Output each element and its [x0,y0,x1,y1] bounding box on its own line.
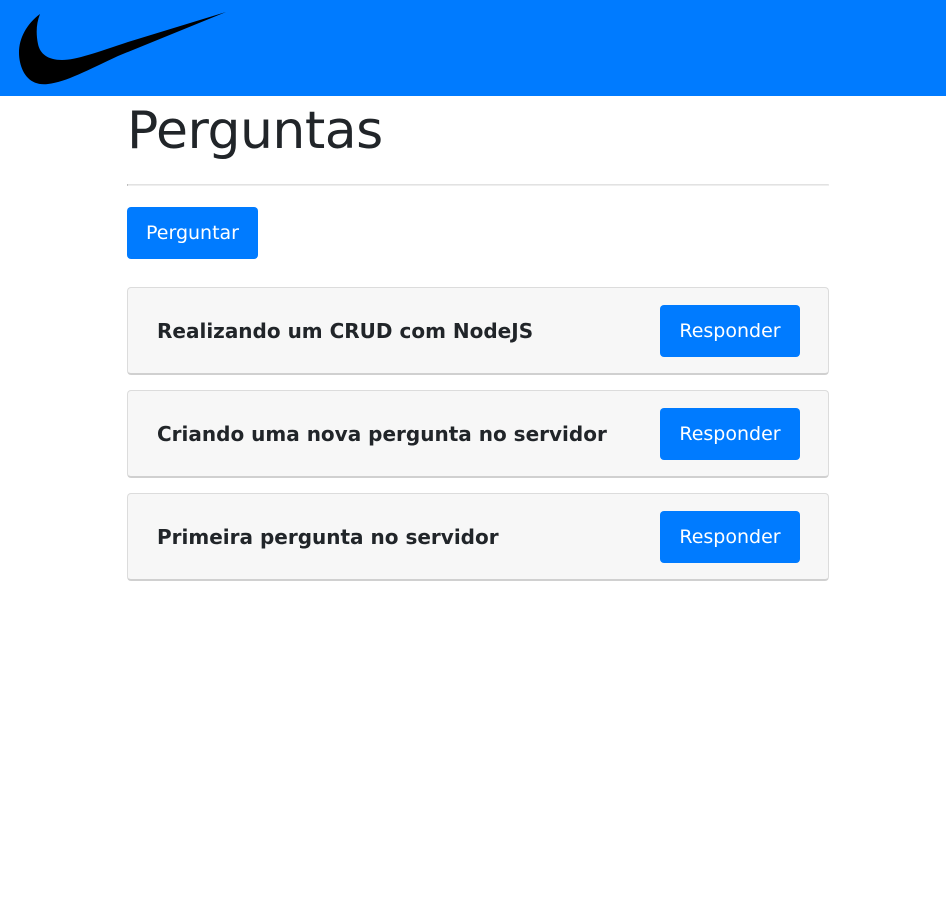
main-container: Perguntas Perguntar Realizando um CRUD c… [127,96,829,581]
title-divider [127,184,829,186]
answer-button[interactable]: Responder [660,511,800,563]
question-card: Primeira pergunta no servidor Responder [127,493,829,581]
question-title: Realizando um CRUD com NodeJS [157,319,534,343]
ask-question-button[interactable]: Perguntar [127,207,258,259]
question-card: Realizando um CRUD com NodeJS Responder [127,287,829,375]
swoosh-logo-icon[interactable] [18,10,228,88]
answer-button[interactable]: Responder [660,305,800,357]
answer-button[interactable]: Responder [660,408,800,460]
question-list: Realizando um CRUD com NodeJS Responder … [127,287,829,596]
navbar [0,0,946,96]
question-card: Criando uma nova pergunta no servidor Re… [127,390,829,478]
question-title: Primeira pergunta no servidor [157,525,499,549]
page-title: Perguntas [127,101,383,161]
question-title: Criando uma nova pergunta no servidor [157,422,607,446]
